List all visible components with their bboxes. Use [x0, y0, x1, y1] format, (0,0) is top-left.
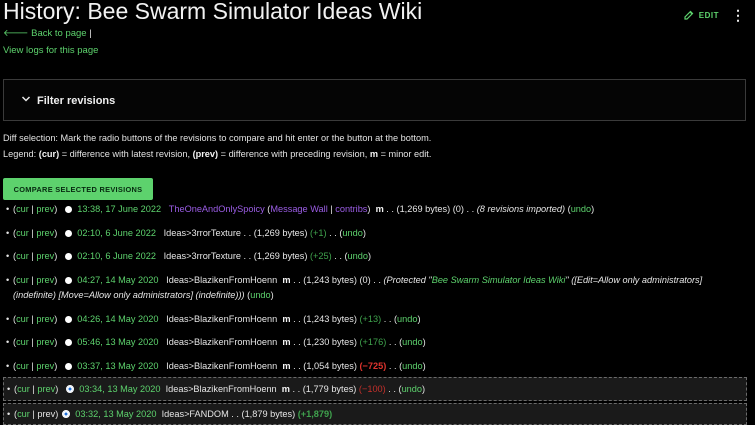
minor-edit-flag: m	[282, 337, 291, 347]
undo-link[interactable]: undo	[342, 228, 362, 238]
size-diff: (+176)	[359, 337, 387, 347]
minor-edit-flag: m	[282, 314, 291, 324]
size-diff: (+13)	[359, 314, 382, 324]
message-wall-link[interactable]: Message Wall	[270, 204, 327, 214]
prev-link[interactable]: prev	[36, 204, 54, 214]
arrow-left-icon: 🡐	[3, 28, 29, 39]
cur-link[interactable]: cur	[16, 228, 29, 238]
undo-link[interactable]: undo	[571, 204, 591, 214]
cur-link[interactable]: cur	[16, 314, 29, 324]
revision-item-selected: • (cur | prev) 03:32, 13 May 2020 Ideas>F…	[3, 403, 747, 425]
prev-link[interactable]: prev	[37, 384, 55, 394]
user-name: Ideas>3rrorTexture	[163, 251, 241, 261]
separator: |	[89, 28, 92, 39]
back-line: 🡐 Back to page |	[3, 28, 92, 39]
revision-radio[interactable]	[65, 253, 73, 260]
size-diff: (+1,879)	[297, 409, 333, 419]
back-to-page-link[interactable]: 🡐 Back to page	[3, 28, 87, 39]
revision-date-link[interactable]: 04:26, 14 May 2020	[77, 314, 158, 324]
undo-link[interactable]: undo	[402, 384, 422, 394]
minor-edit-flag: m	[282, 275, 291, 285]
revision-date-link[interactable]: 03:37, 13 May 2020	[77, 361, 158, 371]
revision-date-link[interactable]: 03:32, 13 May 2020	[75, 409, 156, 419]
cur-link[interactable]: cur	[17, 409, 30, 419]
cur-link[interactable]: cur	[16, 204, 29, 214]
contribs-link[interactable]: contribs	[335, 204, 367, 214]
user-name: Ideas>BlazikenFromHoenn	[166, 275, 278, 285]
revision-radio-selected[interactable]	[66, 385, 75, 393]
minor-edit-flag: m	[282, 361, 291, 371]
size-diff: (+25)	[309, 251, 332, 261]
size-diff: (−100)	[358, 384, 386, 394]
undo-link[interactable]: undo	[402, 337, 422, 347]
revision-radio[interactable]	[65, 230, 73, 237]
compare-selected-revisions-button[interactable]: COMPARE SELECTED REVISIONS	[3, 178, 153, 200]
prev-link[interactable]: prev	[36, 361, 54, 371]
filter-revisions-label: Filter revisions	[37, 95, 116, 107]
chevron-down-icon	[21, 96, 31, 102]
undo-link[interactable]: undo	[348, 251, 368, 261]
undo-link[interactable]: undo	[402, 361, 422, 371]
revision-radio[interactable]	[65, 363, 73, 370]
revision-radio[interactable]	[65, 316, 73, 323]
undo-link[interactable]: undo	[250, 290, 270, 300]
revision-date-link[interactable]: 04:27, 14 May 2020	[77, 275, 158, 285]
prev-link[interactable]: prev	[36, 275, 54, 285]
size-diff: (+1)	[309, 228, 327, 238]
revision-date-link[interactable]: 03:34, 13 May 2020	[79, 384, 160, 394]
revision-item-selected: • (cur | prev) 03:34, 13 May 2020 Ideas>B…	[3, 377, 747, 401]
revision-date-link[interactable]: 02:10, 6 June 2022	[77, 251, 156, 261]
undo-link[interactable]: undo	[397, 314, 417, 324]
legend: Legend: (cur) = difference with latest r…	[3, 149, 432, 159]
top-actions: EDIT ⋮	[683, 8, 745, 22]
more-options-icon[interactable]: ⋮	[731, 8, 745, 22]
protected-page-link[interactable]: Bee Swarm Simulator Ideas Wiki	[432, 275, 566, 285]
prev-link[interactable]: prev	[36, 337, 54, 347]
page-title: History: Bee Swarm Simulator Ideas Wiki	[3, 0, 423, 24]
revision-date-link[interactable]: 13:38, 17 June 2022	[77, 204, 161, 214]
pencil-icon	[684, 10, 694, 20]
prev-link[interactable]: prev	[36, 314, 54, 324]
minor-edit-flag: m	[375, 204, 384, 214]
edit-label: EDIT	[698, 10, 719, 20]
edit-button[interactable]: EDIT	[683, 9, 719, 21]
user-link[interactable]: TheOneAndOnlySpoicy	[169, 204, 265, 214]
revision-date-link[interactable]: 05:46, 13 May 2020	[77, 337, 158, 347]
size-diff: (−725)	[359, 361, 387, 371]
cur-link[interactable]: cur	[16, 361, 29, 371]
prev-link[interactable]: prev	[36, 251, 54, 261]
cur-link[interactable]: cur	[16, 337, 29, 347]
revision-radio-selected[interactable]	[62, 410, 71, 418]
user-name: Ideas>BlazikenFromHoenn	[165, 384, 277, 394]
prev-text: prev	[37, 409, 56, 419]
view-logs-link[interactable]: View logs for this page	[3, 45, 98, 56]
user-name: Ideas>3rrorTexture	[163, 228, 241, 238]
minor-edit-flag: m	[281, 384, 290, 394]
revision-radio[interactable]	[65, 277, 73, 284]
user-name: Ideas>FANDOM	[161, 409, 229, 419]
prev-link[interactable]: prev	[36, 228, 54, 238]
revision-radio[interactable]	[65, 206, 73, 213]
user-name: Ideas>BlazikenFromHoenn	[166, 314, 278, 324]
edit-summary: (8 revisions imported)	[476, 204, 566, 214]
cur-link[interactable]: cur	[16, 275, 29, 285]
revision-radio[interactable]	[65, 339, 73, 346]
user-name: Ideas>BlazikenFromHoenn	[166, 337, 278, 347]
diff-selection-help: Diff selection: Mark the radio buttons o…	[3, 133, 432, 143]
filter-revisions-panel[interactable]: Filter revisions	[3, 79, 746, 121]
revision-date-link[interactable]: 02:10, 6 June 2022	[77, 228, 156, 238]
cur-link[interactable]: cur	[17, 384, 30, 394]
cur-link[interactable]: cur	[16, 251, 29, 261]
user-name: Ideas>BlazikenFromHoenn	[166, 361, 278, 371]
